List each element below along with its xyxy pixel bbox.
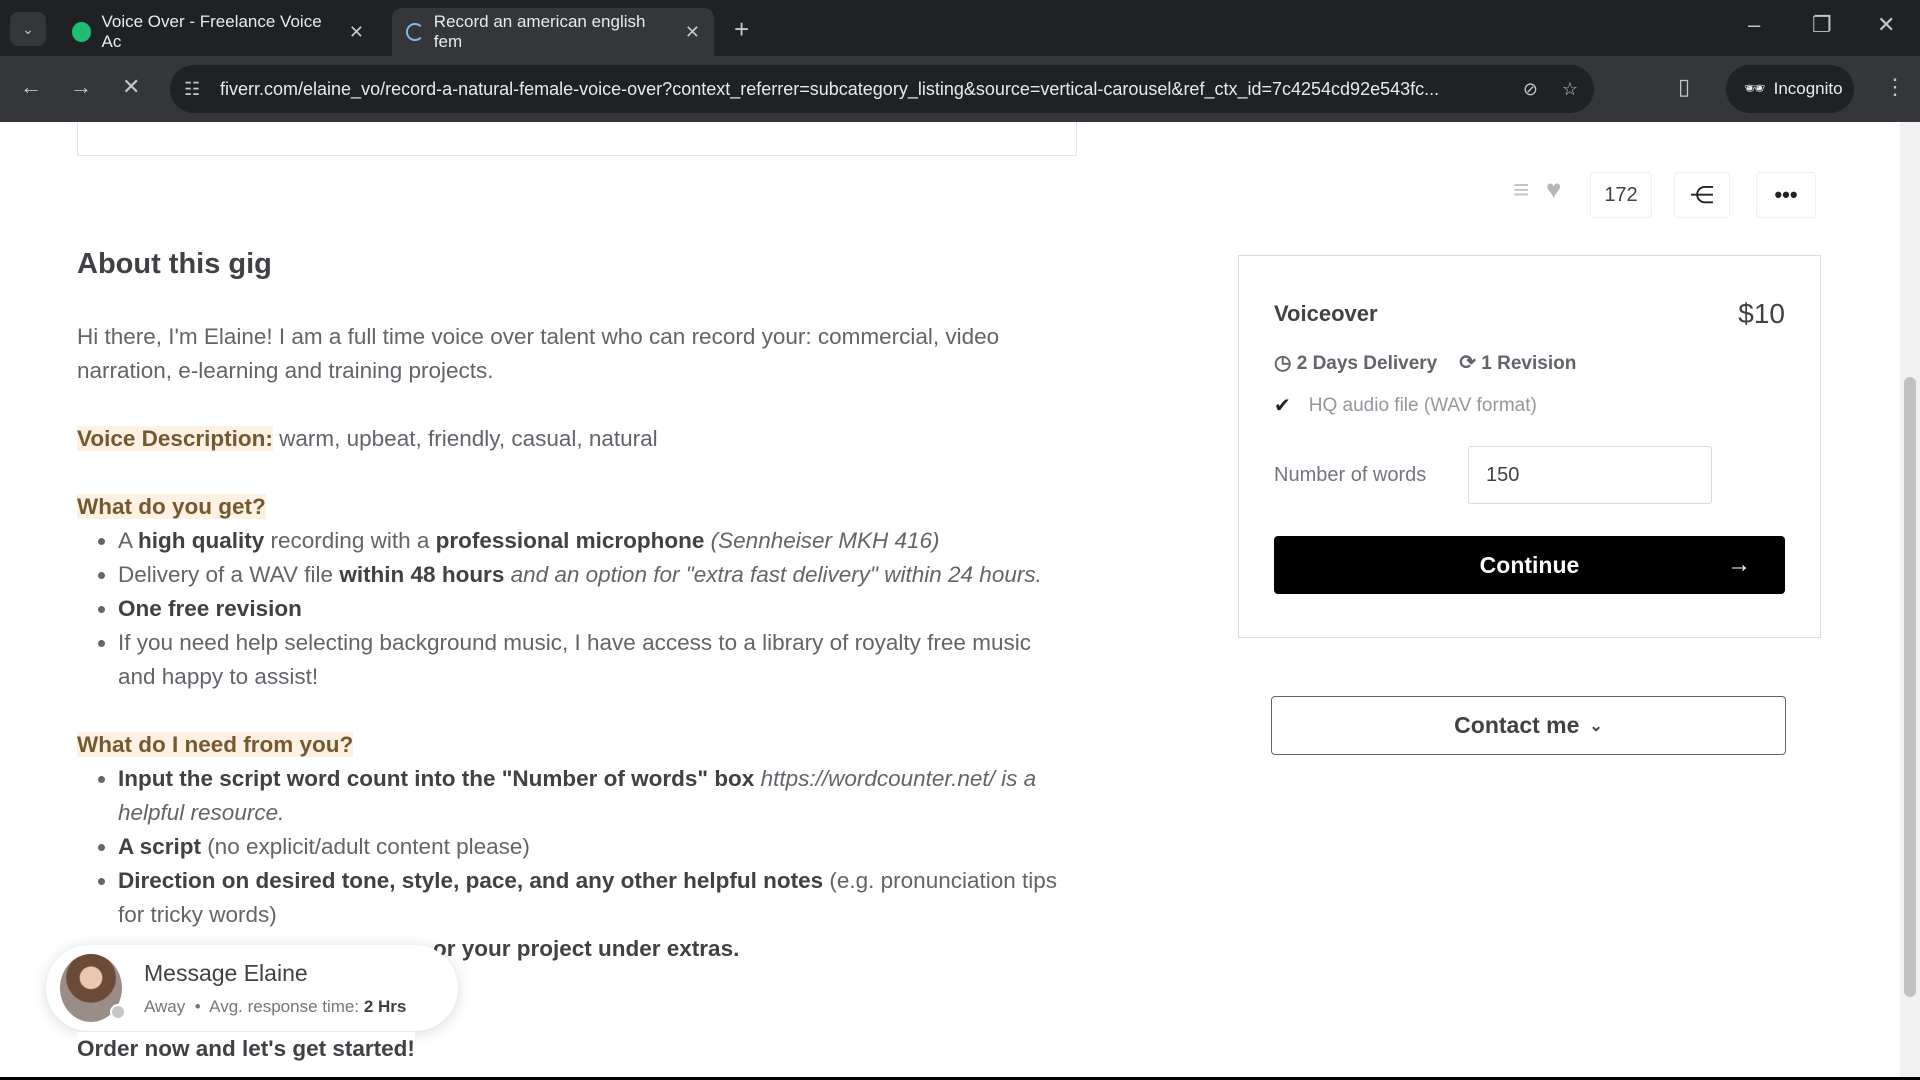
contact-me-button[interactable]: Contact me ⌄ [1271,696,1786,755]
heart-icon[interactable]: ♥ [1546,174,1561,220]
package-card: Voiceover $10 ◷ 2 Days Delivery ⟳ 1 Revi… [1238,255,1821,638]
scrollbar[interactable] [1900,122,1920,1077]
package-name: Voiceover [1274,301,1378,326]
share-icon: ⋲ [1690,181,1714,209]
share-button[interactable]: ⋲ [1674,172,1730,218]
forward-icon[interactable]: → [70,74,92,100]
gig-description: Hi there, I'm Elaine! I am a full time v… [77,320,1067,1000]
closing-text: Order now and let's get started! [77,1032,415,1066]
get-list: A high quality recording with a professi… [118,524,1067,694]
arrow-right-icon: → [1727,551,1751,578]
close-window-icon[interactable]: ✕ [1877,12,1895,38]
address-toolbar: ← → ✕ ☷ fiverr.com/elaine_vo/record-a-na… [0,56,1920,122]
menu-icon[interactable]: ⋮ [1884,74,1906,100]
previous-section-box [77,122,1077,156]
revisions: 1 Revision [1481,353,1577,374]
need-list: Input the script word count into the "Nu… [118,762,1067,966]
more-options-button[interactable]: ••• [1756,172,1816,218]
revision-icon: ⟳ [1459,352,1476,374]
back-icon[interactable]: ← [20,74,42,100]
more-icon: ••• [1774,182,1798,207]
away-status-dot [110,1004,126,1020]
delivery-time: 2 Days Delivery [1296,353,1438,374]
avatar [60,954,126,1022]
feature-item: HQ audio file (WAV format) [1308,394,1537,416]
list-item: A script (no explicit/adult content plea… [118,830,1067,864]
seller-status: Away [144,996,186,1016]
words-label: Number of words [1274,463,1427,486]
number-of-words-input[interactable] [1468,446,1712,504]
restore-icon[interactable]: ❐ [1812,12,1832,38]
likes-count: 172 [1590,172,1652,218]
what-i-need-heading: What do I need from you? [77,732,354,757]
stop-loading-icon[interactable]: ✕ [122,74,140,100]
list-item: If you need help selecting background mu… [118,626,1067,694]
tab-search-button[interactable]: ⌄ [10,12,46,46]
collections-icon[interactable]: ≡ [1513,174,1529,220]
address-bar[interactable]: ☷ fiverr.com/elaine_vo/record-a-natural-… [170,65,1594,113]
incognito-icon: 🕶 [1744,79,1766,98]
package-price: $10 [1738,298,1785,329]
continue-button[interactable]: Continue → [1274,536,1785,594]
side-panel-icon[interactable]: ▯ [1678,74,1690,100]
clock-icon: ◷ [1274,352,1292,374]
message-title: Message Elaine [144,959,308,986]
close-tab-icon[interactable]: ✕ [685,22,700,43]
incognito-badge[interactable]: 🕶 Incognito [1726,65,1854,113]
tracking-protection-icon[interactable]: ⊘ [1523,79,1538,100]
list-item: Delivery of a WAV file within 48 hours a… [118,558,1067,592]
fiverr-icon [72,22,92,42]
tab-record[interactable]: Record an american english fem ✕ [392,8,714,56]
message-seller-widget[interactable]: Message Elaine Away • Avg. response time… [46,945,458,1031]
list-item: One free revision [118,592,1067,626]
bookmark-star-icon[interactable]: ☆ [1562,79,1578,100]
tab-bar: ⌄ Voice Over - Freelance Voice Ac ✕ Reco… [0,0,1920,56]
check-icon: ✔ [1274,395,1291,417]
intro-text: Hi there, I'm Elaine! I am a full time v… [77,324,1000,383]
new-tab-icon[interactable]: + [734,14,749,45]
what-you-get-heading: What do you get? [77,494,266,519]
chevron-down-icon: ⌄ [1589,717,1603,735]
site-info-icon[interactable]: ☷ [184,79,200,100]
close-tab-icon[interactable]: ✕ [349,22,364,43]
page-content: About this gig Hi there, I'm Elaine! I a… [0,122,1900,1077]
about-heading: About this gig [77,248,272,280]
minimize-icon[interactable]: – [1748,12,1760,38]
tab-voice-over[interactable]: Voice Over - Freelance Voice Ac ✕ [58,8,378,56]
loading-icon [406,23,424,41]
scrollbar-thumb[interactable] [1904,377,1916,997]
list-item: Direction on desired tone, style, pace, … [118,864,1067,932]
list-item: Input the script word count into the "Nu… [118,762,1067,830]
voice-description: Voice Description: warm, upbeat, friendl… [77,426,658,451]
list-item: A high quality recording with a professi… [118,524,1067,558]
